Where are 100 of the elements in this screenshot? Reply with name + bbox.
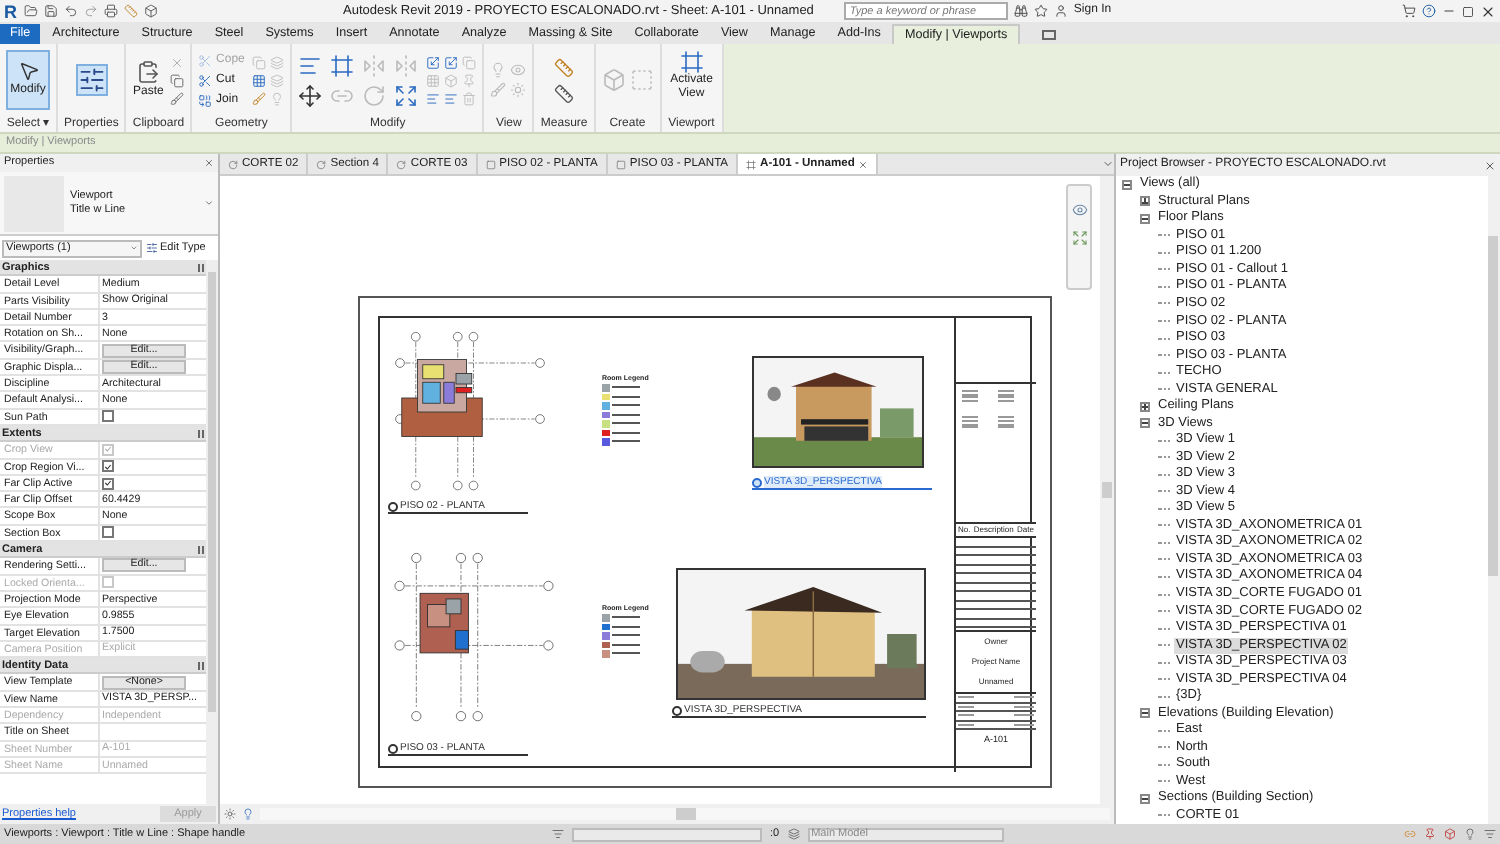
property-checkbox[interactable] xyxy=(102,526,114,539)
grid-icon[interactable] xyxy=(252,73,267,87)
collapse-toggle[interactable] xyxy=(1122,179,1132,190)
scissors-icon[interactable] xyxy=(198,73,213,87)
bulb-icon[interactable] xyxy=(1464,828,1476,840)
copy-icon[interactable] xyxy=(169,73,184,87)
expand-toggle[interactable] xyxy=(1140,401,1150,412)
horizontal-scrollbar[interactable] xyxy=(260,808,1110,820)
properties-icon[interactable] xyxy=(75,64,108,96)
move-icon[interactable] xyxy=(298,83,323,107)
redo-icon[interactable] xyxy=(83,4,97,18)
collapse-toggle[interactable] xyxy=(1140,708,1150,719)
tree-connector xyxy=(1158,268,1170,271)
tree-connector xyxy=(1158,354,1170,357)
app-logo[interactable]: R xyxy=(4,1,17,21)
view-number-bubble xyxy=(388,744,398,754)
property-checkbox[interactable] xyxy=(102,410,114,423)
dropdown-caret-icon[interactable] xyxy=(204,198,214,208)
brush-icon[interactable] xyxy=(252,91,267,105)
vertical-scrollbar[interactable] xyxy=(1100,176,1114,804)
legend-line xyxy=(612,652,640,655)
folder-icon[interactable] xyxy=(23,4,37,18)
property-checkbox[interactable] xyxy=(102,460,114,473)
clipboard-icon[interactable] xyxy=(136,59,161,83)
collapse-toggle[interactable] xyxy=(1140,213,1150,224)
tree-connector xyxy=(1158,524,1170,527)
property-checkbox[interactable] xyxy=(102,477,114,489)
filter-icon[interactable] xyxy=(1484,828,1496,840)
bulb-icon[interactable] xyxy=(242,808,254,820)
tree-connector xyxy=(1158,285,1170,288)
sun-icon[interactable] xyxy=(510,82,527,98)
navigation-bar[interactable] xyxy=(1066,184,1092,290)
legend-line xyxy=(612,431,640,434)
cursor-icon[interactable] xyxy=(17,60,39,82)
link-icon[interactable] xyxy=(1404,828,1416,840)
filter-icon[interactable] xyxy=(552,828,564,840)
collapse-icon xyxy=(198,429,204,438)
edit-type-icon[interactable] xyxy=(146,242,158,254)
tree-connector xyxy=(1158,456,1170,459)
align-icon[interactable] xyxy=(426,91,441,105)
box-icon[interactable] xyxy=(1444,828,1456,840)
sun-icon[interactable] xyxy=(224,808,236,820)
tree-connector xyxy=(1158,558,1170,561)
minimize-icon[interactable] xyxy=(1442,4,1456,18)
legend-line xyxy=(612,440,640,443)
user-icon[interactable] xyxy=(1053,4,1068,18)
tree-connector xyxy=(1158,337,1170,340)
panel-toggle-icon[interactable] xyxy=(1041,30,1056,40)
tree-connector xyxy=(1158,627,1170,630)
ruler-icon[interactable] xyxy=(550,57,579,77)
printer-icon[interactable] xyxy=(103,4,117,18)
save-icon[interactable] xyxy=(43,4,57,18)
tree-connector xyxy=(1158,746,1170,749)
help-icon[interactable] xyxy=(1422,4,1436,18)
legend-line xyxy=(612,634,640,637)
legend-line xyxy=(612,386,640,389)
tree-connector xyxy=(1158,507,1170,510)
pin-icon[interactable] xyxy=(1424,828,1436,840)
tab-list-icon[interactable] xyxy=(1102,158,1114,170)
expand-toggle[interactable] xyxy=(1140,196,1150,207)
collapse-icon xyxy=(198,263,204,272)
tree-connector xyxy=(1158,763,1170,766)
maximize-icon[interactable] xyxy=(1462,5,1474,17)
close-icon[interactable] xyxy=(1484,159,1496,171)
eye-icon[interactable] xyxy=(510,62,527,78)
brush-icon[interactable] xyxy=(490,82,507,98)
scrollbar[interactable] xyxy=(206,260,218,804)
tree-connector xyxy=(1158,575,1170,578)
legend-line xyxy=(612,616,640,619)
cart-icon[interactable] xyxy=(1402,4,1416,18)
zoom-icon[interactable] xyxy=(1071,230,1087,246)
tree-connector xyxy=(1158,593,1170,596)
section-view-icon xyxy=(396,159,407,169)
section-view-icon xyxy=(228,159,238,169)
tree-connector xyxy=(1158,644,1170,647)
collapse-toggle[interactable] xyxy=(1140,418,1150,429)
search-icon[interactable] xyxy=(1013,4,1028,18)
legend-line xyxy=(612,422,640,425)
tree-connector xyxy=(1158,234,1170,237)
legend-line xyxy=(612,404,640,407)
delete-icon[interactable] xyxy=(462,91,477,105)
star-icon[interactable] xyxy=(1033,4,1048,18)
type-preview xyxy=(4,175,64,231)
brush-icon[interactable] xyxy=(169,91,184,105)
tree-connector xyxy=(1158,695,1170,698)
legend-line xyxy=(612,413,640,416)
collapse-icon xyxy=(198,661,204,670)
view-number-bubble xyxy=(672,706,682,716)
scrollbar[interactable] xyxy=(1488,176,1500,824)
ruler-icon[interactable] xyxy=(550,83,579,103)
align-icon[interactable] xyxy=(444,91,459,105)
box-icon[interactable] xyxy=(143,4,157,18)
collapse-toggle[interactable] xyxy=(1140,793,1150,804)
tree-connector xyxy=(1158,473,1170,476)
worksets-icon[interactable] xyxy=(787,828,800,840)
tree-connector xyxy=(1158,439,1170,442)
close-icon[interactable] xyxy=(1480,3,1496,19)
tree-connector xyxy=(1158,729,1170,732)
undo-icon[interactable] xyxy=(63,4,77,18)
tree-connector xyxy=(1158,661,1170,664)
